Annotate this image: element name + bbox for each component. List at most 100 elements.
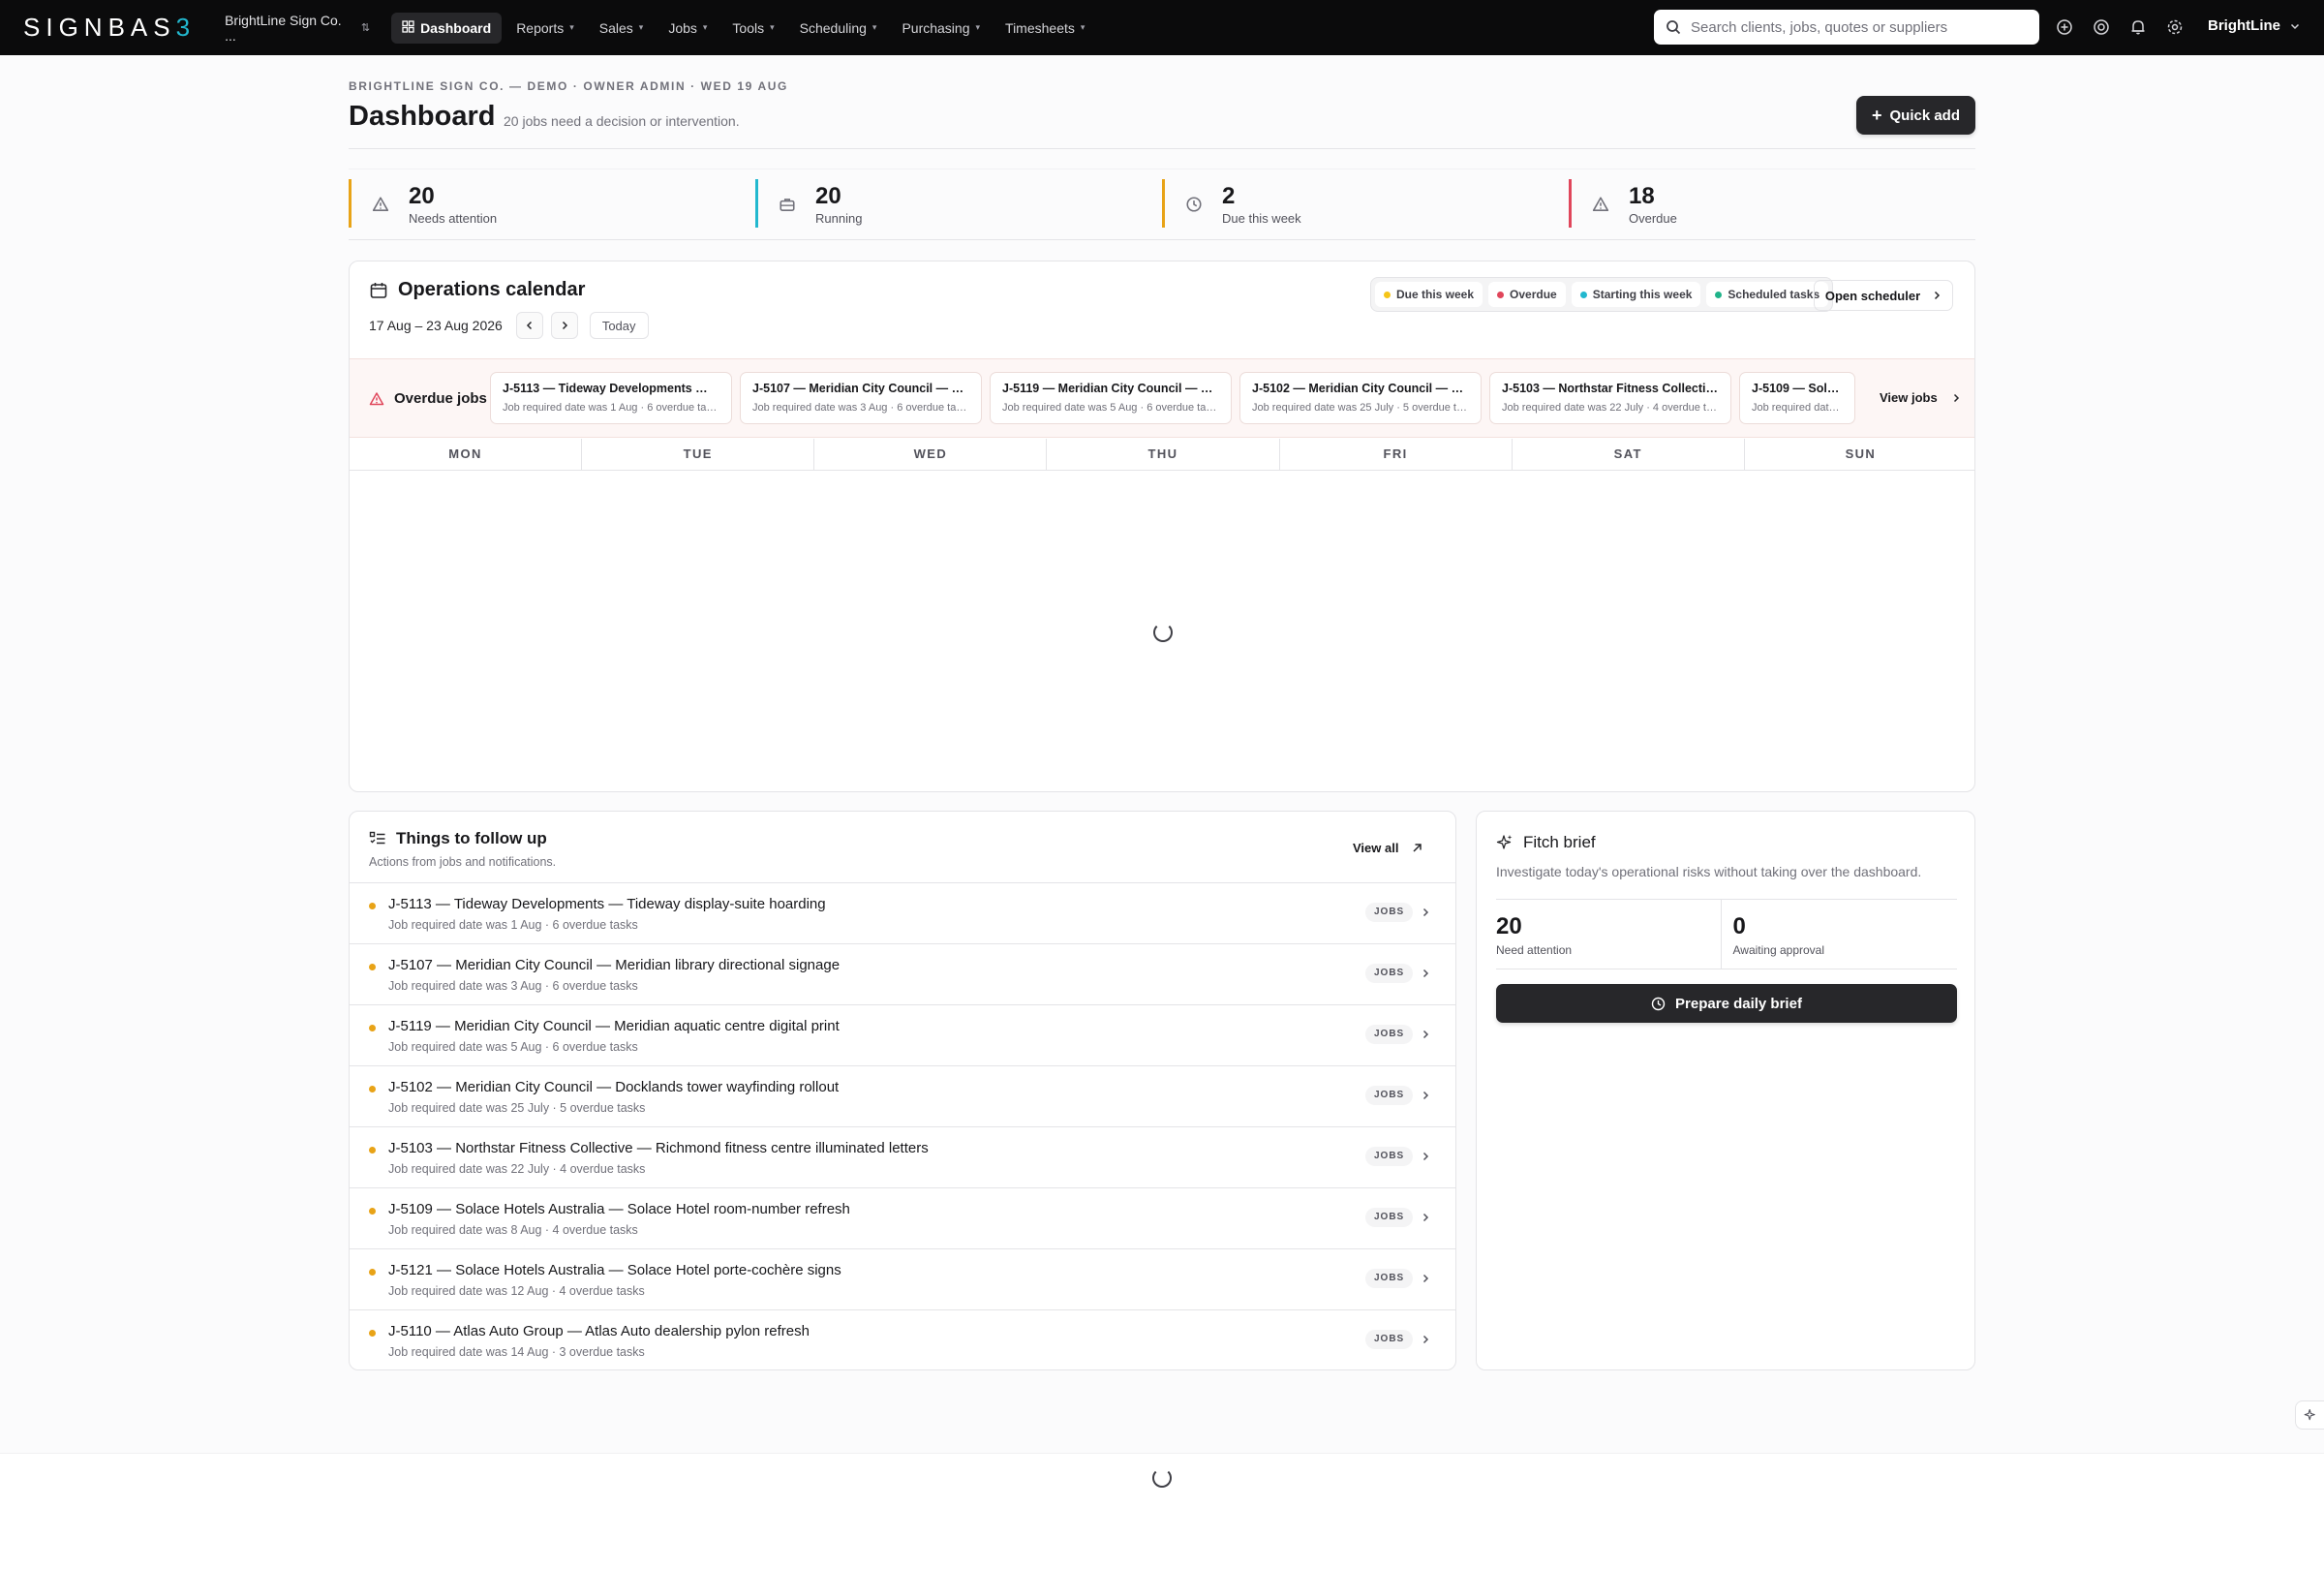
view-all-link[interactable]: View all xyxy=(1353,841,1422,855)
follow-up-header: Things to follow up xyxy=(369,829,547,848)
open-scheduler-button[interactable]: Open scheduler xyxy=(1814,280,1953,311)
gear-icon[interactable] xyxy=(2163,15,2186,39)
legend-label: Scheduled tasks xyxy=(1728,288,1820,301)
nav-item-reports[interactable]: Reports ▾ xyxy=(505,13,585,44)
stat-value: 18 xyxy=(1629,182,1655,209)
legend-overdue[interactable]: Overdue xyxy=(1488,282,1566,307)
nav-item-jobs[interactable]: Jobs ▾ xyxy=(657,13,718,44)
main-nav: Dashboard Reports ▾ Sales ▾ Jobs ▾ Tools ▾ Schedu… xyxy=(391,12,1095,44)
follow-up-item[interactable]: J-5102 — Meridian City Council — Docklan… xyxy=(350,1066,1455,1127)
calendar-legend: Due this week Overdue Starting this week Sc… xyxy=(1370,277,1834,312)
category-badge: JOBS xyxy=(1365,1208,1414,1227)
assistant-launcher-button[interactable] xyxy=(2295,1400,2324,1430)
follow-up-item[interactable]: J-5113 — Tideway Developments — Tideway … xyxy=(350,883,1455,944)
category-badge: JOBS xyxy=(1365,1269,1414,1288)
arrow-up-right-icon xyxy=(1413,844,1422,852)
follow-up-item-title: J-5102 — Meridian City Council — Docklan… xyxy=(388,1079,840,1095)
search-input[interactable] xyxy=(1691,18,2020,36)
weekday-thu: THU xyxy=(1047,439,1280,470)
nav-item-timesheets[interactable]: Timesheets ▾ xyxy=(994,13,1095,44)
stat-due-this-week[interactable]: 2 Due this week xyxy=(1162,169,1569,239)
nav-label: Jobs xyxy=(668,19,697,36)
chevron-down-icon: ▾ xyxy=(1080,22,1086,32)
overdue-job-card[interactable]: J-5102 — Meridian City Council — Docklan… xyxy=(1239,372,1482,424)
legend-dot xyxy=(1497,291,1505,298)
weekday-sun: SUN xyxy=(1845,446,1877,461)
nav-label: Reports xyxy=(516,19,565,36)
legend-due-this-week[interactable]: Due this week xyxy=(1375,282,1483,307)
next-week-button[interactable] xyxy=(550,312,578,339)
stat-label: Overdue xyxy=(1629,210,1677,226)
nav-item-tools[interactable]: Tools ▾ xyxy=(721,13,784,44)
today-button[interactable]: Today xyxy=(589,312,649,339)
follow-up-item-title: J-5121 — Solace Hotels Australia — Solac… xyxy=(388,1262,841,1278)
overdue-job-card[interactable]: J-5107 — Meridian City Council — Meridia… xyxy=(740,372,982,424)
legend-dot xyxy=(1715,291,1723,298)
briefcase-icon xyxy=(779,196,796,213)
overdue-job-card[interactable]: J-5119 — Meridian City Council — Meridia… xyxy=(990,372,1232,424)
follow-up-item-detail: Job required date was 22 July · 4 overdu… xyxy=(388,1162,646,1176)
account-menu[interactable]: BrightLine xyxy=(2208,17,2300,34)
follow-up-item[interactable]: J-5121 — Solace Hotels Australia — Solac… xyxy=(350,1249,1455,1310)
overdue-job-card[interactable]: J-5113 — Tideway Developments — Tideway … xyxy=(490,372,732,424)
follow-up-subtitle: Actions from jobs and notifications. xyxy=(369,855,557,869)
legend-dot xyxy=(1579,291,1587,298)
organization-switcher[interactable]: BrightLine Sign Co. ... ⇅ xyxy=(225,13,370,44)
plus-icon: + xyxy=(1871,106,1882,125)
follow-up-item-detail: Job required date was 5 Aug · 6 overdue … xyxy=(388,1040,638,1054)
overdue-job-title: J-5107 — Meridian City Council — Meridia… xyxy=(752,382,969,395)
chevron-down-icon: ▾ xyxy=(975,22,981,32)
view-jobs-link[interactable]: View jobs xyxy=(1860,390,1961,405)
chevron-right-icon xyxy=(1421,966,1430,983)
top-icon-group xyxy=(2053,15,2186,39)
nav-item-sales[interactable]: Sales ▾ xyxy=(589,13,655,44)
follow-up-item[interactable]: J-5107 — Meridian City Council — Meridia… xyxy=(350,944,1455,1005)
add-circle-icon[interactable] xyxy=(2053,15,2076,39)
fitch-brief-header: Fitch brief xyxy=(1496,833,1596,852)
legend-label: Overdue xyxy=(1510,288,1557,301)
follow-up-item[interactable]: J-5110 — Atlas Auto Group — Atlas Auto d… xyxy=(350,1310,1455,1369)
nav-label: Timesheets xyxy=(1005,19,1075,36)
bell-icon[interactable] xyxy=(2126,15,2150,39)
quick-add-button[interactable]: + Quick add xyxy=(1856,96,1975,135)
stat-accent-bar xyxy=(755,179,758,228)
follow-up-item[interactable]: J-5103 — Northstar Fitness Collective — … xyxy=(350,1127,1455,1188)
logo-accent: 3 xyxy=(175,13,197,42)
chevron-right-icon xyxy=(1935,291,1941,300)
follow-up-item-title: J-5109 — Solace Hotels Australia — Solac… xyxy=(388,1201,850,1217)
nav-item-scheduling[interactable]: Scheduling ▾ xyxy=(789,13,888,44)
nav-item-dashboard[interactable]: Dashboard xyxy=(391,12,503,44)
category-badge: JOBS xyxy=(1365,1025,1414,1044)
nav-item-purchasing[interactable]: Purchasing ▾ xyxy=(891,13,991,44)
chevron-right-icon xyxy=(1953,393,1959,402)
fitch-brief-card: Fitch brief Investigate today's operatio… xyxy=(1476,811,1975,1370)
overdue-job-card[interactable]: J-5109 — Solace Hotels Australia — Solac… xyxy=(1739,372,1855,424)
view-jobs-label: View jobs xyxy=(1880,390,1938,405)
global-search[interactable] xyxy=(1654,10,2039,45)
stat-running[interactable]: 20 Running xyxy=(755,169,1162,239)
search-icon xyxy=(1667,20,1681,35)
calendar-range-controls: 17 Aug – 23 Aug 2026 Today xyxy=(369,312,649,339)
overdue-job-detail: Job required date was 1 Aug · 6 overdue … xyxy=(503,402,719,414)
need-attention-stat: 20 Need attention xyxy=(1496,900,1721,969)
clock-icon xyxy=(1185,196,1203,213)
checklist-icon xyxy=(369,831,385,845)
stat-needs-attention[interactable]: 20 Needs attention xyxy=(349,169,755,239)
signbase-logo[interactable]: SIGNBAS 3 xyxy=(23,13,196,43)
stat-label: Running xyxy=(815,210,863,226)
warning-icon xyxy=(1592,196,1609,213)
nav-label: Tools xyxy=(732,19,765,36)
overdue-job-detail: Job required date was 5 Aug · 6 overdue … xyxy=(1002,402,1219,414)
fitch-brief-title: Fitch brief xyxy=(1523,833,1596,851)
legend-starting-this-week[interactable]: Starting this week xyxy=(1571,282,1701,307)
legend-dot xyxy=(1384,291,1391,298)
prev-week-button[interactable] xyxy=(515,312,543,339)
overdue-job-title: J-5102 — Meridian City Council — Docklan… xyxy=(1252,382,1469,395)
follow-up-item[interactable]: J-5109 — Solace Hotels Australia — Solac… xyxy=(350,1188,1455,1249)
legend-scheduled-tasks[interactable]: Scheduled tasks xyxy=(1706,282,1829,307)
follow-up-item[interactable]: J-5119 — Meridian City Council — Meridia… xyxy=(350,1005,1455,1066)
prepare-daily-brief-button[interactable]: Prepare daily brief xyxy=(1496,984,1957,1023)
help-lifebuoy-icon[interactable] xyxy=(2090,15,2113,39)
stat-overdue[interactable]: 18 Overdue xyxy=(1569,169,1975,239)
overdue-job-card[interactable]: J-5103 — Northstar Fitness Collective — … xyxy=(1489,372,1731,424)
